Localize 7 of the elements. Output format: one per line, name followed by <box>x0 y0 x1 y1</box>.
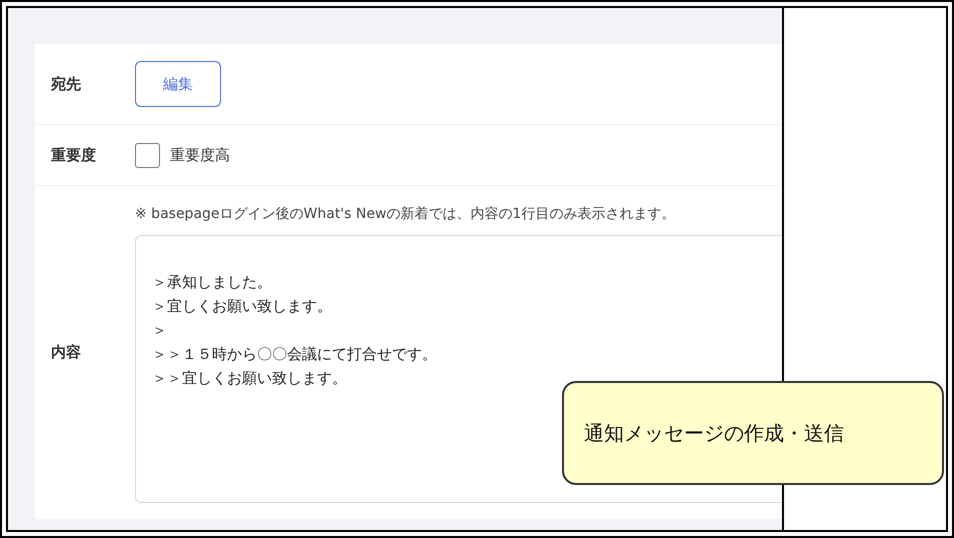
field-label: 内容 <box>51 342 81 364</box>
field-label: 重要度 <box>51 144 96 166</box>
edit-button[interactable]: 編集 <box>135 61 221 107</box>
field-label: 宛先 <box>51 74 81 95</box>
checkbox-label: 重要度高 <box>170 144 230 166</box>
checkbox[interactable] <box>135 142 160 168</box>
note-text: ※ basepageログイン後のWhat's Newの新着では、内容の1行目のみ表示されます。 <box>135 205 676 224</box>
